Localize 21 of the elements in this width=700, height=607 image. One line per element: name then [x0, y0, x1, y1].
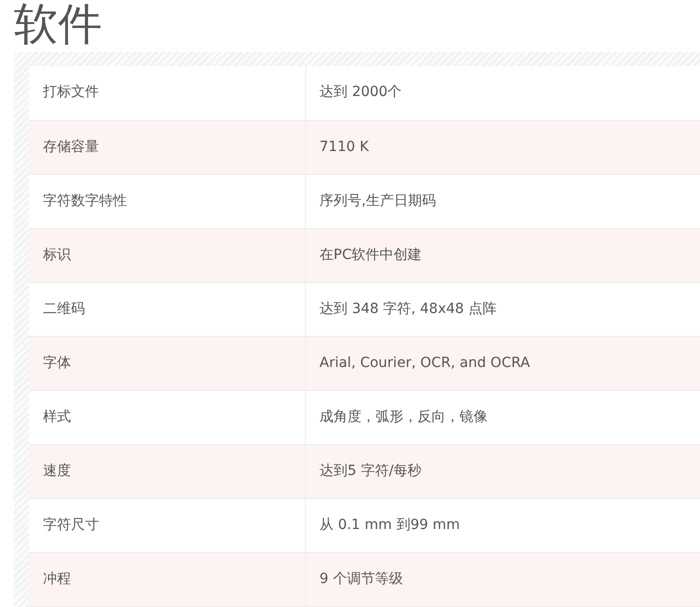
table-cell: 字符尺寸: [29, 498, 305, 552]
table-cell: 达到 2000个: [305, 66, 700, 120]
table-cell: 7110 K: [305, 120, 700, 174]
table-cell: 成角度，弧形，反向，镜像: [305, 390, 700, 444]
table-cell: 速度: [29, 444, 305, 498]
table-cell: Arial, Courier, OCR, and OCRA: [305, 336, 700, 390]
table-cell: 从 0.1 mm 到99 mm: [305, 498, 700, 552]
table-cell: 9 个调节等级: [305, 552, 700, 606]
table-cell: 达到5 字符/每秒: [305, 444, 700, 498]
table-cell: 字符数字特性: [29, 174, 305, 228]
table-cell: 冲程: [29, 552, 305, 606]
table-cell: 达到 348 字符, 48x48 点阵: [305, 282, 700, 336]
table-cell: 二维码: [29, 282, 305, 336]
table-cell: 字体: [29, 336, 305, 390]
table-cell: 存储容量: [29, 120, 305, 174]
table-cell: 标识: [29, 228, 305, 282]
table-cell: 打标文件: [29, 66, 305, 120]
table-cell: 序列号,生产日期码: [305, 174, 700, 228]
page-heading: 软件: [14, 0, 102, 50]
table-cell: 样式: [29, 390, 305, 444]
table-cell: 在PC软件中创建: [305, 228, 700, 282]
